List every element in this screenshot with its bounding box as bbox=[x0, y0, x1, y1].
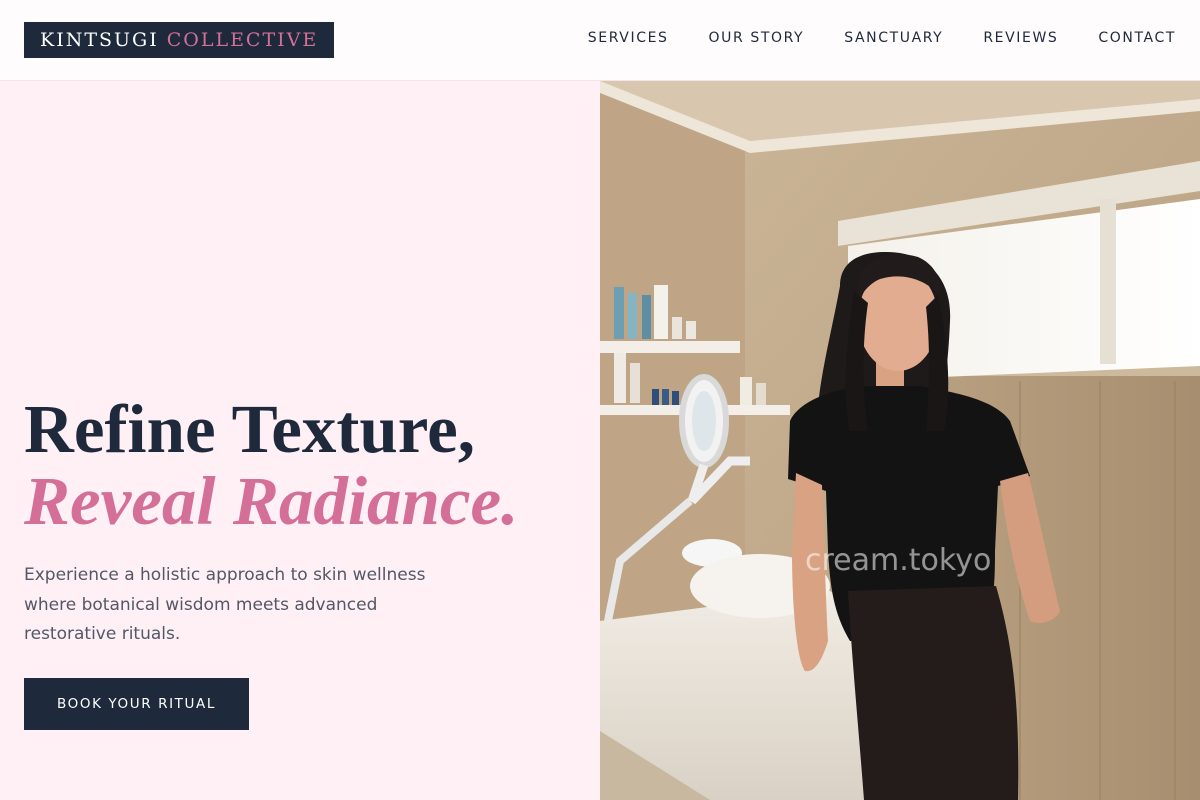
photo-watermark: cream.tokyo bbox=[805, 543, 992, 578]
main-nav: SERVICES OUR STORY SANCTUARY REVIEWS CON… bbox=[588, 30, 1176, 46]
hero-subtext: Experience a holistic approach to skin w… bbox=[24, 565, 426, 644]
brand-word-accent: COLLECTIVE bbox=[166, 29, 319, 51]
hero-photo: cream.tokyo bbox=[600, 81, 1200, 800]
brand-logo[interactable]: KINTSUGI COLLECTIVE bbox=[24, 22, 335, 58]
nav-link-reviews[interactable]: REVIEWS bbox=[983, 30, 1058, 46]
nav-link-services[interactable]: SERVICES bbox=[588, 30, 669, 46]
hero-headline-line1: Refine Texture, bbox=[24, 391, 476, 467]
nav-link-contact[interactable]: CONTACT bbox=[1098, 30, 1176, 46]
spa-room-photo bbox=[600, 81, 1200, 800]
nav-link-our-story[interactable]: OUR STORY bbox=[709, 30, 805, 46]
hero-headline-line2: Reveal Radiance. bbox=[24, 463, 519, 539]
nav-link-sanctuary[interactable]: SANCTUARY bbox=[844, 30, 943, 46]
hero-text-panel: Refine Texture, Reveal Radiance. Experie… bbox=[0, 81, 600, 800]
site-header: KINTSUGI COLLECTIVE SERVICES OUR STORY SA… bbox=[0, 0, 1200, 81]
brand-word-primary: KINTSUGI bbox=[40, 29, 159, 51]
hero-headline: Refine Texture, Reveal Radiance. bbox=[24, 393, 518, 537]
book-ritual-button[interactable]: BOOK YOUR RITUAL bbox=[24, 678, 249, 730]
